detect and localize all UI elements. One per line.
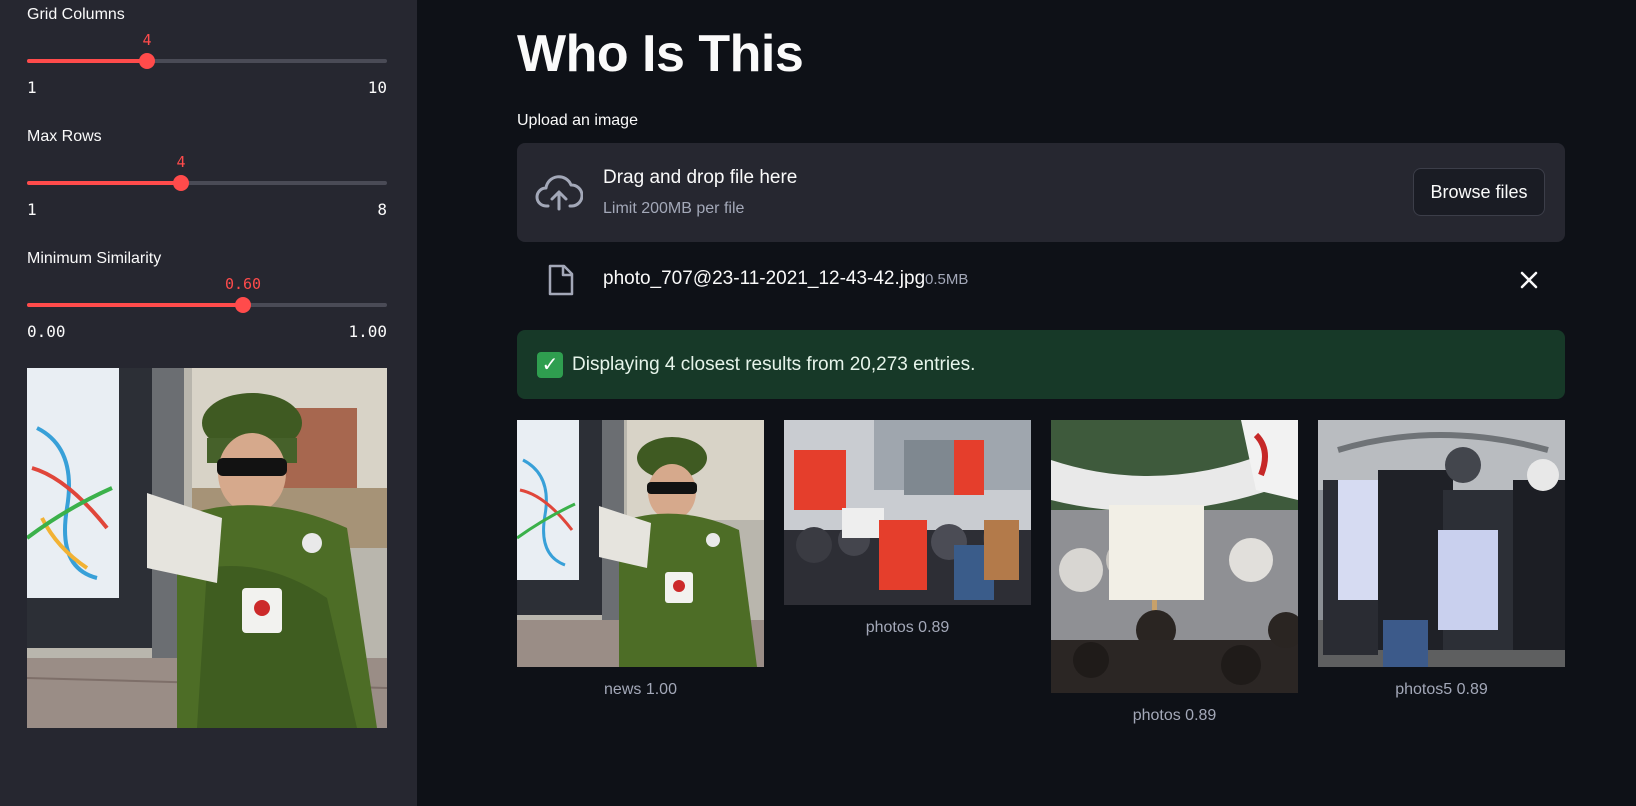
- uploaded-image-preview: [27, 368, 387, 728]
- file-size: 0.5MB: [925, 271, 969, 288]
- close-icon[interactable]: [1517, 268, 1541, 292]
- success-alert: ✓ Displaying 4 closest results from 20,2…: [517, 330, 1565, 399]
- upload-label: Upload an image: [517, 112, 638, 129]
- slider-value: 4: [176, 153, 186, 171]
- slider-thumb[interactable]: [235, 297, 251, 313]
- slider-fill: [27, 59, 147, 63]
- result-card[interactable]: photos 0.89: [784, 420, 1031, 637]
- result-image[interactable]: [784, 420, 1031, 605]
- slider-track[interactable]: [27, 53, 387, 69]
- dropzone-limit: Limit 200MB per file: [603, 200, 745, 217]
- result-image[interactable]: [1051, 420, 1298, 693]
- slider-label: Grid Columns: [27, 6, 125, 23]
- file-dropzone[interactable]: Drag and drop file here Limit 200MB per …: [517, 143, 1565, 242]
- success-text: Displaying 4 closest results from 20,273…: [572, 354, 976, 375]
- cloud-upload-icon: [535, 175, 583, 211]
- slider-max-rows[interactable]: Max Rows 4 1 8: [27, 128, 387, 219]
- slider-label: Max Rows: [27, 128, 102, 145]
- slider-value: 4: [142, 31, 152, 49]
- slider-minimum-similarity[interactable]: Minimum Similarity 0.60 0.00 1.00: [27, 250, 387, 341]
- result-card[interactable]: photos 0.89: [1051, 420, 1298, 725]
- result-image[interactable]: [517, 420, 764, 667]
- slider-max: 10: [367, 78, 387, 97]
- slider-grid-columns[interactable]: Grid Columns 4 1 10: [27, 6, 387, 97]
- dropzone-title: Drag and drop file here: [603, 167, 798, 188]
- slider-value: 0.60: [224, 275, 262, 293]
- result-card[interactable]: photos5 0.89: [1318, 420, 1565, 699]
- result-card[interactable]: news 1.00: [517, 420, 764, 699]
- slider-min: 0.00: [27, 322, 66, 341]
- slider-fill: [27, 181, 181, 185]
- result-image[interactable]: [1318, 420, 1565, 667]
- slider-min: 1: [27, 200, 37, 219]
- slider-fill: [27, 303, 243, 307]
- slider-thumb[interactable]: [173, 175, 189, 191]
- slider-thumb[interactable]: [139, 53, 155, 69]
- slider-track[interactable]: [27, 175, 387, 191]
- file-name: photo_707@23-11-2021_12-43-42.jpg: [603, 268, 926, 289]
- result-caption: news 1.00: [604, 681, 677, 698]
- page-title: Who Is This: [517, 25, 804, 83]
- result-caption: photos 0.89: [865, 619, 950, 636]
- sidebar: Grid Columns 4 1 10 Max Rows 4 1 8 Minim…: [0, 0, 417, 806]
- slider-label: Minimum Similarity: [27, 250, 162, 267]
- slider-max: 8: [377, 200, 387, 219]
- browse-files-button[interactable]: Browse files: [1413, 168, 1545, 216]
- slider-track[interactable]: [27, 297, 387, 313]
- file-icon: [548, 264, 574, 296]
- app-root: Grid Columns 4 1 10 Max Rows 4 1 8 Minim…: [0, 0, 1636, 806]
- slider-max: 1.00: [348, 322, 387, 341]
- slider-min: 1: [27, 78, 37, 97]
- uploaded-file-row: photo_707@23-11-2021_12-43-42.jpg 0.5MB: [517, 258, 1565, 302]
- result-caption: photos 0.89: [1132, 707, 1217, 724]
- check-mark-icon: ✓: [537, 352, 563, 378]
- result-caption: photos5 0.89: [1395, 681, 1488, 698]
